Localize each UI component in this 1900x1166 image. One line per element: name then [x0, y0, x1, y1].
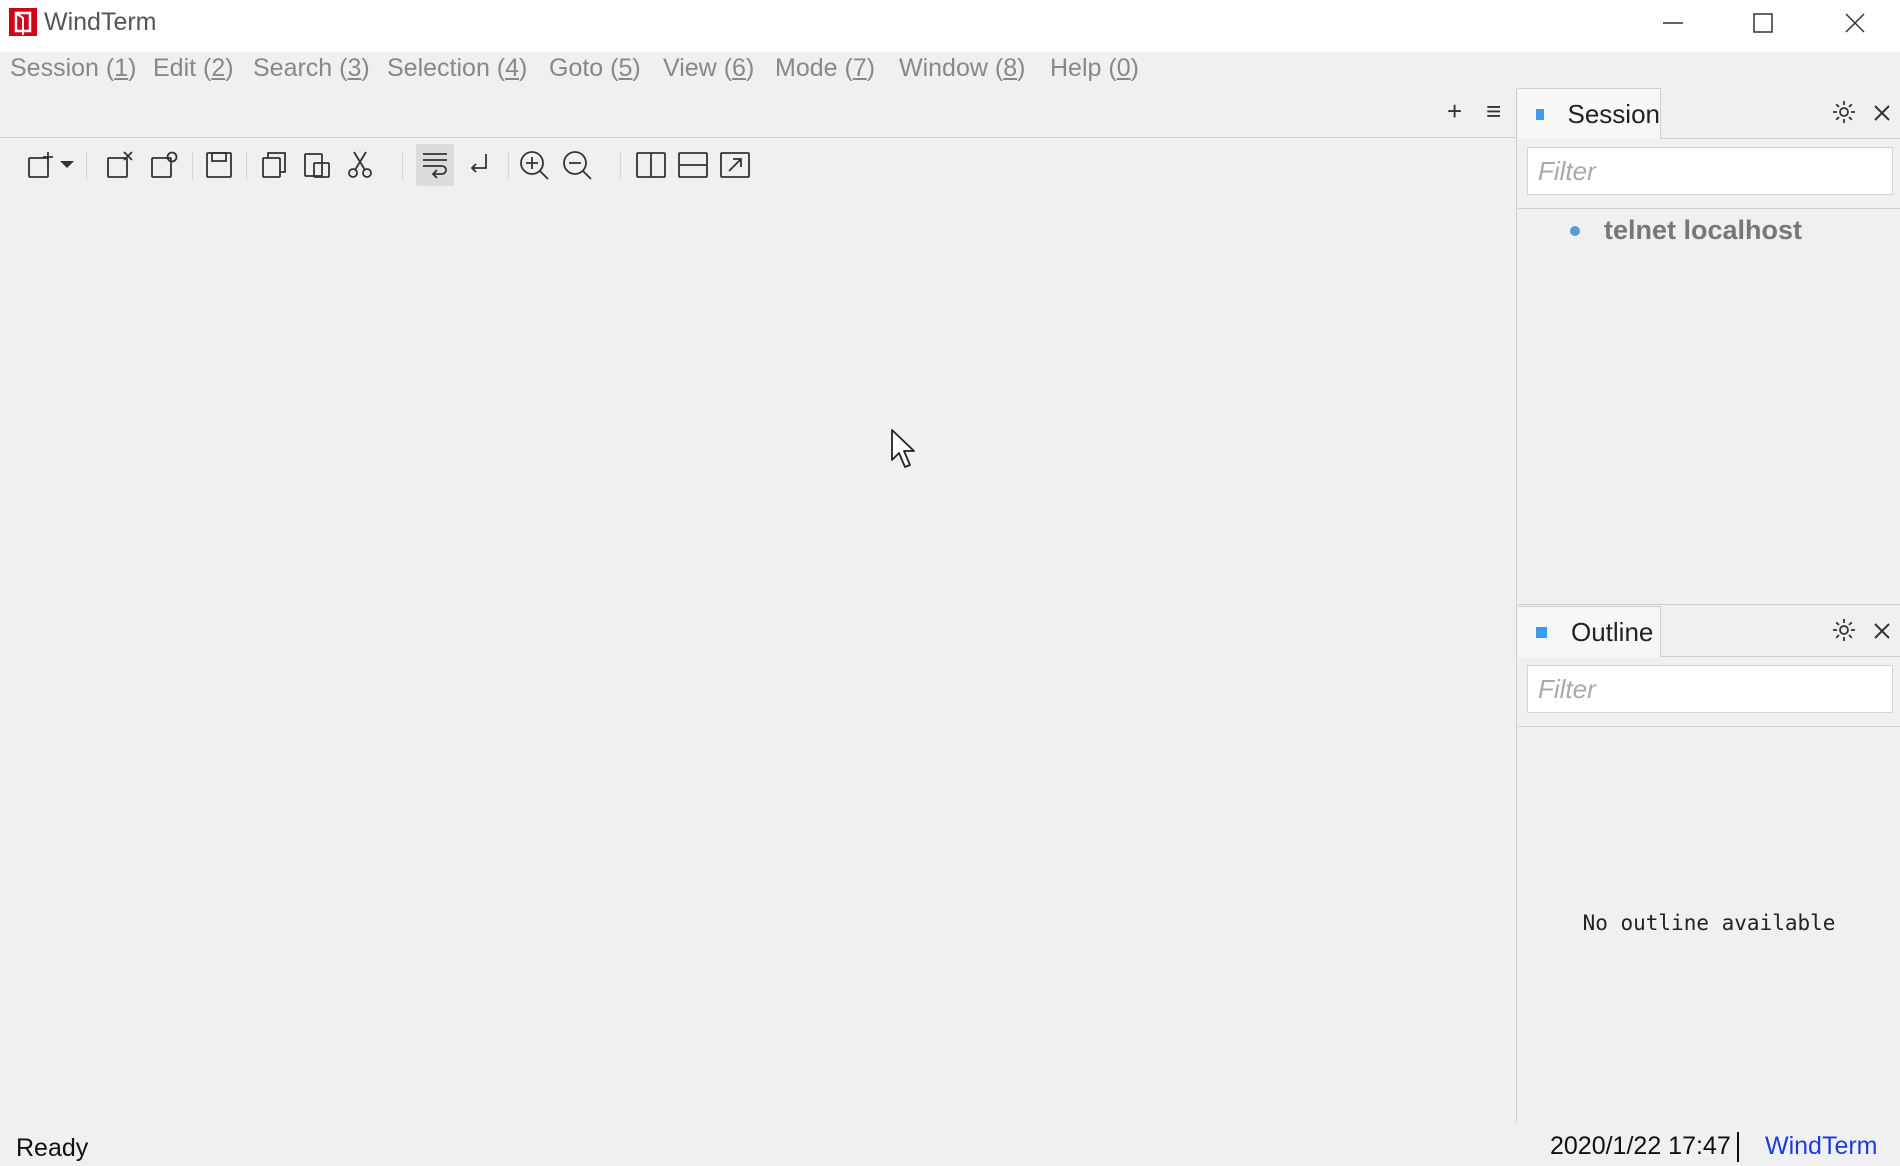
maximize-icon [1753, 13, 1773, 33]
copy-button[interactable] [256, 144, 294, 186]
new-tab-button[interactable]: + [1447, 96, 1462, 127]
carriage-return-button[interactable] [460, 144, 498, 186]
menu-selection[interactable]: Selection (4) [387, 54, 527, 83]
session-list-item[interactable]: telnet localhost [1570, 215, 1802, 246]
session-filter-input[interactable] [1527, 147, 1893, 195]
editor-area[interactable] [0, 192, 1516, 1127]
save-button[interactable] [200, 144, 238, 186]
outline-panel-dot-icon [1536, 626, 1547, 638]
toolbar-separator [402, 152, 403, 180]
paste-icon [304, 153, 330, 178]
close-window-button[interactable] [1810, 0, 1900, 46]
zoom-out-button[interactable] [558, 144, 596, 186]
title-bar: WindTerm [0, 0, 1900, 52]
menu-mode[interactable]: Mode (7) [775, 54, 875, 83]
status-text: Ready [16, 1134, 89, 1162]
mouse-cursor-icon [891, 429, 915, 468]
session-panel-title: Session [1567, 98, 1661, 129]
close-icon [1845, 13, 1865, 33]
menu-bar: Session (1) Edit (2) Search (3) Selectio… [0, 52, 1900, 90]
toolbar-separator [620, 152, 621, 180]
split-horizontal-button[interactable] [674, 144, 712, 186]
maximize-button[interactable] [1718, 0, 1808, 46]
status-app-link[interactable]: WindTerm [1765, 1132, 1878, 1161]
toolbar-separator [86, 152, 87, 180]
status-bar: Ready 2020/1/22 17:47 WindTerm [0, 1128, 1900, 1166]
zoom-in-icon [520, 151, 549, 180]
close-icon[interactable] [1872, 618, 1892, 642]
menu-session[interactable]: Session (1) [10, 54, 136, 83]
menu-search[interactable]: Search (3) [253, 54, 370, 83]
session-panel-header: Session [1518, 88, 1900, 139]
split-vertical-button[interactable] [632, 144, 670, 186]
duplicate-session-icon [151, 151, 178, 178]
new-session-dropdown[interactable] [56, 144, 78, 186]
session-filter-divider [1518, 208, 1900, 209]
carriage-return-icon [470, 154, 487, 173]
close-session-button[interactable] [101, 144, 139, 186]
zoom-out-icon [563, 151, 592, 180]
split-vertical-icon [636, 152, 666, 178]
copy-icon [262, 152, 286, 178]
outline-filter-input[interactable] [1527, 665, 1893, 713]
toolbar [0, 144, 1516, 190]
status-datetime: 2020/1/22 17:47 [1550, 1132, 1731, 1160]
tab-session[interactable]: Session [1518, 88, 1661, 139]
split-horizontal-icon [678, 152, 708, 178]
dropdown-arrow-icon [60, 161, 74, 168]
panel-divider[interactable] [1516, 88, 1517, 1123]
cut-icon [348, 151, 372, 178]
gear-icon[interactable] [1832, 618, 1856, 642]
session-panel-dot-icon [1536, 108, 1544, 120]
tab-outline[interactable]: Outline [1518, 606, 1661, 657]
menu-view[interactable]: View (6) [663, 54, 754, 83]
bullet-icon [1570, 225, 1580, 236]
new-session-icon [28, 152, 53, 178]
outline-panel-title: Outline [1571, 616, 1654, 647]
word-wrap-icon [423, 153, 447, 179]
outline-panel-header: Outline [1518, 606, 1900, 657]
minimize-button[interactable] [1628, 0, 1718, 46]
gear-icon[interactable] [1832, 100, 1856, 124]
tab-bar-divider [0, 137, 1516, 138]
tab-list-button[interactable]: ≡ [1486, 96, 1501, 127]
cut-button[interactable] [341, 144, 379, 186]
pop-out-icon [720, 152, 750, 178]
session-panel: Session telnet localhost [1518, 88, 1900, 604]
menu-goto[interactable]: Goto (5) [549, 54, 641, 83]
minimize-icon [1663, 22, 1683, 24]
text-caret [1737, 1132, 1739, 1162]
toolbar-separator [246, 152, 247, 180]
windterm-logo-icon [9, 8, 37, 36]
session-item-label: telnet localhost [1604, 215, 1803, 245]
outline-filter-divider [1518, 726, 1900, 727]
pop-out-button[interactable] [716, 144, 754, 186]
close-session-icon [107, 151, 133, 178]
new-session-button[interactable] [22, 144, 60, 186]
menu-window[interactable]: Window (8) [899, 54, 1025, 83]
close-icon[interactable] [1872, 100, 1892, 124]
toolbar-separator [508, 152, 509, 180]
zoom-in-button[interactable] [515, 144, 553, 186]
menu-edit[interactable]: Edit (2) [153, 54, 234, 83]
word-wrap-button[interactable] [416, 144, 454, 186]
panel-splitter[interactable] [1518, 604, 1900, 605]
outline-empty-message: No outline available [1582, 911, 1836, 935]
paste-button[interactable] [298, 144, 336, 186]
menu-help[interactable]: Help (0) [1050, 54, 1139, 83]
window-title: WindTerm [44, 8, 157, 36]
duplicate-session-button[interactable] [145, 144, 183, 186]
outline-panel: Outline No outline available [1518, 606, 1900, 1124]
save-icon [206, 152, 232, 178]
toolbar-separator [192, 152, 193, 180]
